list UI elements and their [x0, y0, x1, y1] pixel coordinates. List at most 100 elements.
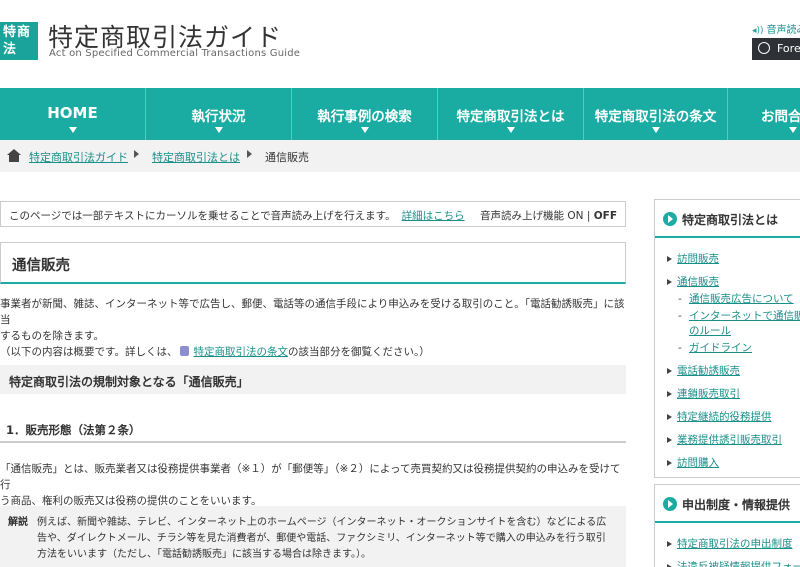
sidebar-list-item: 業務提供誘引販売取引 — [667, 433, 800, 448]
intro-line-3: （以下の内容は概要です。詳しくは、 特定商取引法の条文の該当部分を御覧ください。） — [0, 344, 626, 360]
breadcrumb-current: 通信販売 — [265, 151, 309, 164]
chevron-down-icon — [789, 127, 797, 133]
speech-details-link[interactable]: 詳細はこちら — [402, 210, 465, 222]
nav-home[interactable]: HOME — [0, 88, 146, 140]
sidebar-list-item: 特定商取引法の申出制度 — [667, 537, 800, 552]
sidebar-list-item: 訪問販売 — [667, 252, 800, 267]
intro-line-3-pre: （以下の内容は概要です。詳しくは、 — [0, 346, 178, 358]
sidebar-list-item: 特定継続的役務提供 — [667, 410, 800, 425]
nav-law-articles[interactable]: 特定商取引法の条文 — [584, 88, 728, 140]
sidebar-link[interactable]: 連鎖販売取引 — [677, 388, 740, 400]
definition-paragraph: 「通信販売」とは、販売業者又は役務提供事業者（※１）が「郵便等」（※２）によって… — [0, 461, 626, 509]
sidebar-list-item: インターネットで通信販売のルール — [667, 309, 800, 339]
audio-reading-label: 音声読み — [766, 25, 800, 36]
sidebar-link[interactable]: ガイドライン — [689, 341, 800, 356]
nav-case-search-label: 執行事例の検索 — [317, 109, 412, 125]
sidebar-list-item: 通信販売広告について — [667, 292, 800, 307]
nav-about-law-label: 特定商取引法とは — [456, 109, 565, 125]
explanation-text: 例えば、新聞や雑誌、テレビ、インターネット上のホームページ（インターネット・オー… — [37, 515, 617, 563]
sidebar-list-item: 連鎖販売取引 — [667, 387, 800, 402]
speech-toggle: 音声読み上げ機能 ON | OFF — [480, 208, 617, 223]
circle-arrow-icon — [663, 212, 677, 226]
intro-line-1: 事業者が新聞、雑誌、インターネット等で広告し、郵便、電話等の通信手段により申込み… — [0, 298, 625, 326]
speech-reading-text: このページでは一部テキストにカーソルを乗せることで音声読み上げを行えます。 — [9, 210, 396, 222]
sidebar-list-item: ガイドライン — [667, 341, 800, 356]
logo-text-line2: 法 — [3, 42, 17, 57]
sidebar: 特定商取引法とは 訪問販売通信販売通信販売広告についてインターネットで通信販売の… — [654, 199, 800, 567]
page-title-box: 通信販売 — [0, 242, 626, 284]
sidebar-link[interactable]: 法違反被疑情報提供フォー — [677, 561, 800, 567]
sidebar-heading-about-label: 特定商取引法とは — [682, 213, 779, 227]
nav-enforcement-status[interactable]: 執行状況 — [146, 88, 292, 140]
sidebar-link[interactable]: 通信販売 — [677, 276, 719, 288]
sidebar-link[interactable]: 訪問購入 — [677, 457, 719, 469]
sidebar-list-item: 訪問購入 — [667, 456, 800, 471]
site-logo[interactable]: 特商 法 — [0, 22, 38, 60]
breadcrumb-separator-icon — [247, 150, 252, 158]
intro-line-2: するものを除きます。 — [0, 330, 104, 342]
audio-reading-link[interactable]: ◂))音声読み — [752, 21, 800, 36]
chevron-down-icon — [651, 127, 660, 133]
sidebar-box-about: 特定商取引法とは 訪問販売通信販売通信販売広告についてインターネットで通信販売の… — [654, 199, 800, 478]
book-icon — [180, 346, 190, 356]
intro-line-3-post: の該当部分を御覧ください。） — [287, 346, 430, 358]
speech-toggle-on[interactable]: 音声読み上げ機能 ON — [480, 210, 583, 222]
sidebar-list-item: 法違反被疑情報提供フォー — [667, 560, 800, 567]
site-header: 特商 法 特定商取引法ガイド Act on Specified Commerci… — [0, 0, 800, 88]
nav-about-law[interactable]: 特定商取引法とは — [438, 88, 584, 140]
breadcrumb-link-about[interactable]: 特定商取引法とは — [152, 149, 240, 165]
sidebar-list-about: 訪問販売通信販売通信販売広告についてインターネットで通信販売のルールガイドライン… — [655, 238, 800, 477]
foreign-language-label: Fore — [777, 42, 800, 55]
intro-text: 事業者が新聞、雑誌、インターネット等で広告し、郵便、電話等の通信手段により申込み… — [0, 296, 626, 360]
sidebar-list-report: 特定商取引法の申出制度法違反被疑情報提供フォー — [655, 523, 800, 567]
main-nav: HOME 執行状況 執行事例の検索 特定商取引法とは 特定商取引法の条文 お問合 — [0, 88, 800, 140]
sidebar-list-item: 通信販売 — [667, 275, 800, 290]
chevron-down-icon — [360, 127, 369, 133]
law-articles-link[interactable]: 特定商取引法の条文 — [193, 346, 288, 358]
sidebar-heading-report: 申出制度・情報提供 — [655, 485, 800, 523]
sidebar-heading-about: 特定商取引法とは — [655, 200, 800, 238]
breadcrumb-separator-icon — [134, 150, 139, 158]
nav-contact-label: お問合 — [761, 109, 800, 125]
foreign-language-button[interactable]: Fore — [752, 38, 800, 60]
nav-contact[interactable]: お問合 — [728, 88, 800, 140]
sidebar-link[interactable]: 特定商取引法の申出制度 — [677, 538, 793, 550]
globe-icon — [758, 42, 770, 54]
circle-arrow-icon — [663, 497, 677, 511]
logo-text-line1: 特商 — [3, 25, 32, 40]
definition-line-1: 「通信販売」とは、販売業者又は役務提供事業者（※１）が「郵便等」（※２）によって… — [0, 463, 621, 491]
sidebar-link[interactable]: 訪問販売 — [677, 253, 719, 265]
explanation-line-2: 告や、ダイレクトメール、チラシ等を見た消費者が、郵便や電話、ファクシミリ、インタ… — [37, 533, 606, 544]
explanation-label: 解説 — [8, 517, 28, 528]
sidebar-heading-report-label: 申出制度・情報提供 — [682, 498, 791, 512]
breadcrumb: 特定商取引法ガイド 特定商取引法とは 通信販売 — [0, 140, 800, 172]
speech-reading-message: このページでは一部テキストにカーソルを乗せることで音声読み上げを行えます。 詳細は… — [9, 208, 465, 223]
nav-enforcement-status-label: 執行状況 — [191, 109, 246, 125]
explanation-line-1: 例えば、新聞や雑誌、テレビ、インターネット上のホームページ（インターネット・オー… — [37, 517, 607, 528]
sidebar-link[interactable]: 通信販売広告について — [689, 292, 800, 307]
explanation-line-3: 方法をいいます（ただし、「電話勧誘販売」に該当する場合は除きます。）。 — [37, 549, 371, 560]
sidebar-link[interactable]: 業務提供誘引販売取引 — [677, 434, 782, 446]
breadcrumb-link-guide[interactable]: 特定商取引法ガイド — [29, 149, 128, 165]
chevron-down-icon — [68, 127, 77, 133]
sidebar-link[interactable]: 電話勧誘販売 — [677, 365, 740, 377]
page-title: 通信販売 — [12, 258, 70, 274]
sidebar-box-report: 申出制度・情報提供 特定商取引法の申出制度法違反被疑情報提供フォー — [654, 484, 800, 567]
sidebar-link[interactable]: インターネットで通信販売のルール — [689, 309, 800, 339]
speech-toggle-separator: | — [586, 210, 591, 222]
explanation-box: 解説 例えば、新聞や雑誌、テレビ、インターネット上のホームページ（インターネット… — [0, 506, 626, 567]
sub-heading: 1．販売形態（法第２条） — [0, 417, 626, 443]
home-icon[interactable] — [7, 149, 21, 162]
chevron-down-icon — [214, 127, 223, 133]
speaker-icon: ◂)) — [752, 26, 764, 36]
speech-reading-bar: このページでは一部テキストにカーソルを乗せることで音声読み上げを行えます。 詳細は… — [0, 201, 626, 227]
speech-toggle-off[interactable]: OFF — [594, 210, 617, 222]
sidebar-list-item: 電話勧誘販売 — [667, 364, 800, 379]
nav-law-articles-label: 特定商取引法の条文 — [594, 109, 717, 125]
nav-home-label: HOME — [47, 104, 98, 122]
chevron-down-icon — [506, 127, 515, 133]
sidebar-link[interactable]: 特定継続的役務提供 — [677, 411, 772, 423]
nav-case-search[interactable]: 執行事例の検索 — [292, 88, 438, 140]
site-subtitle: Act on Specified Commercial Transactions… — [49, 48, 301, 59]
section-heading: 特定商取引法の規制対象となる「通信販売」 — [0, 365, 626, 394]
